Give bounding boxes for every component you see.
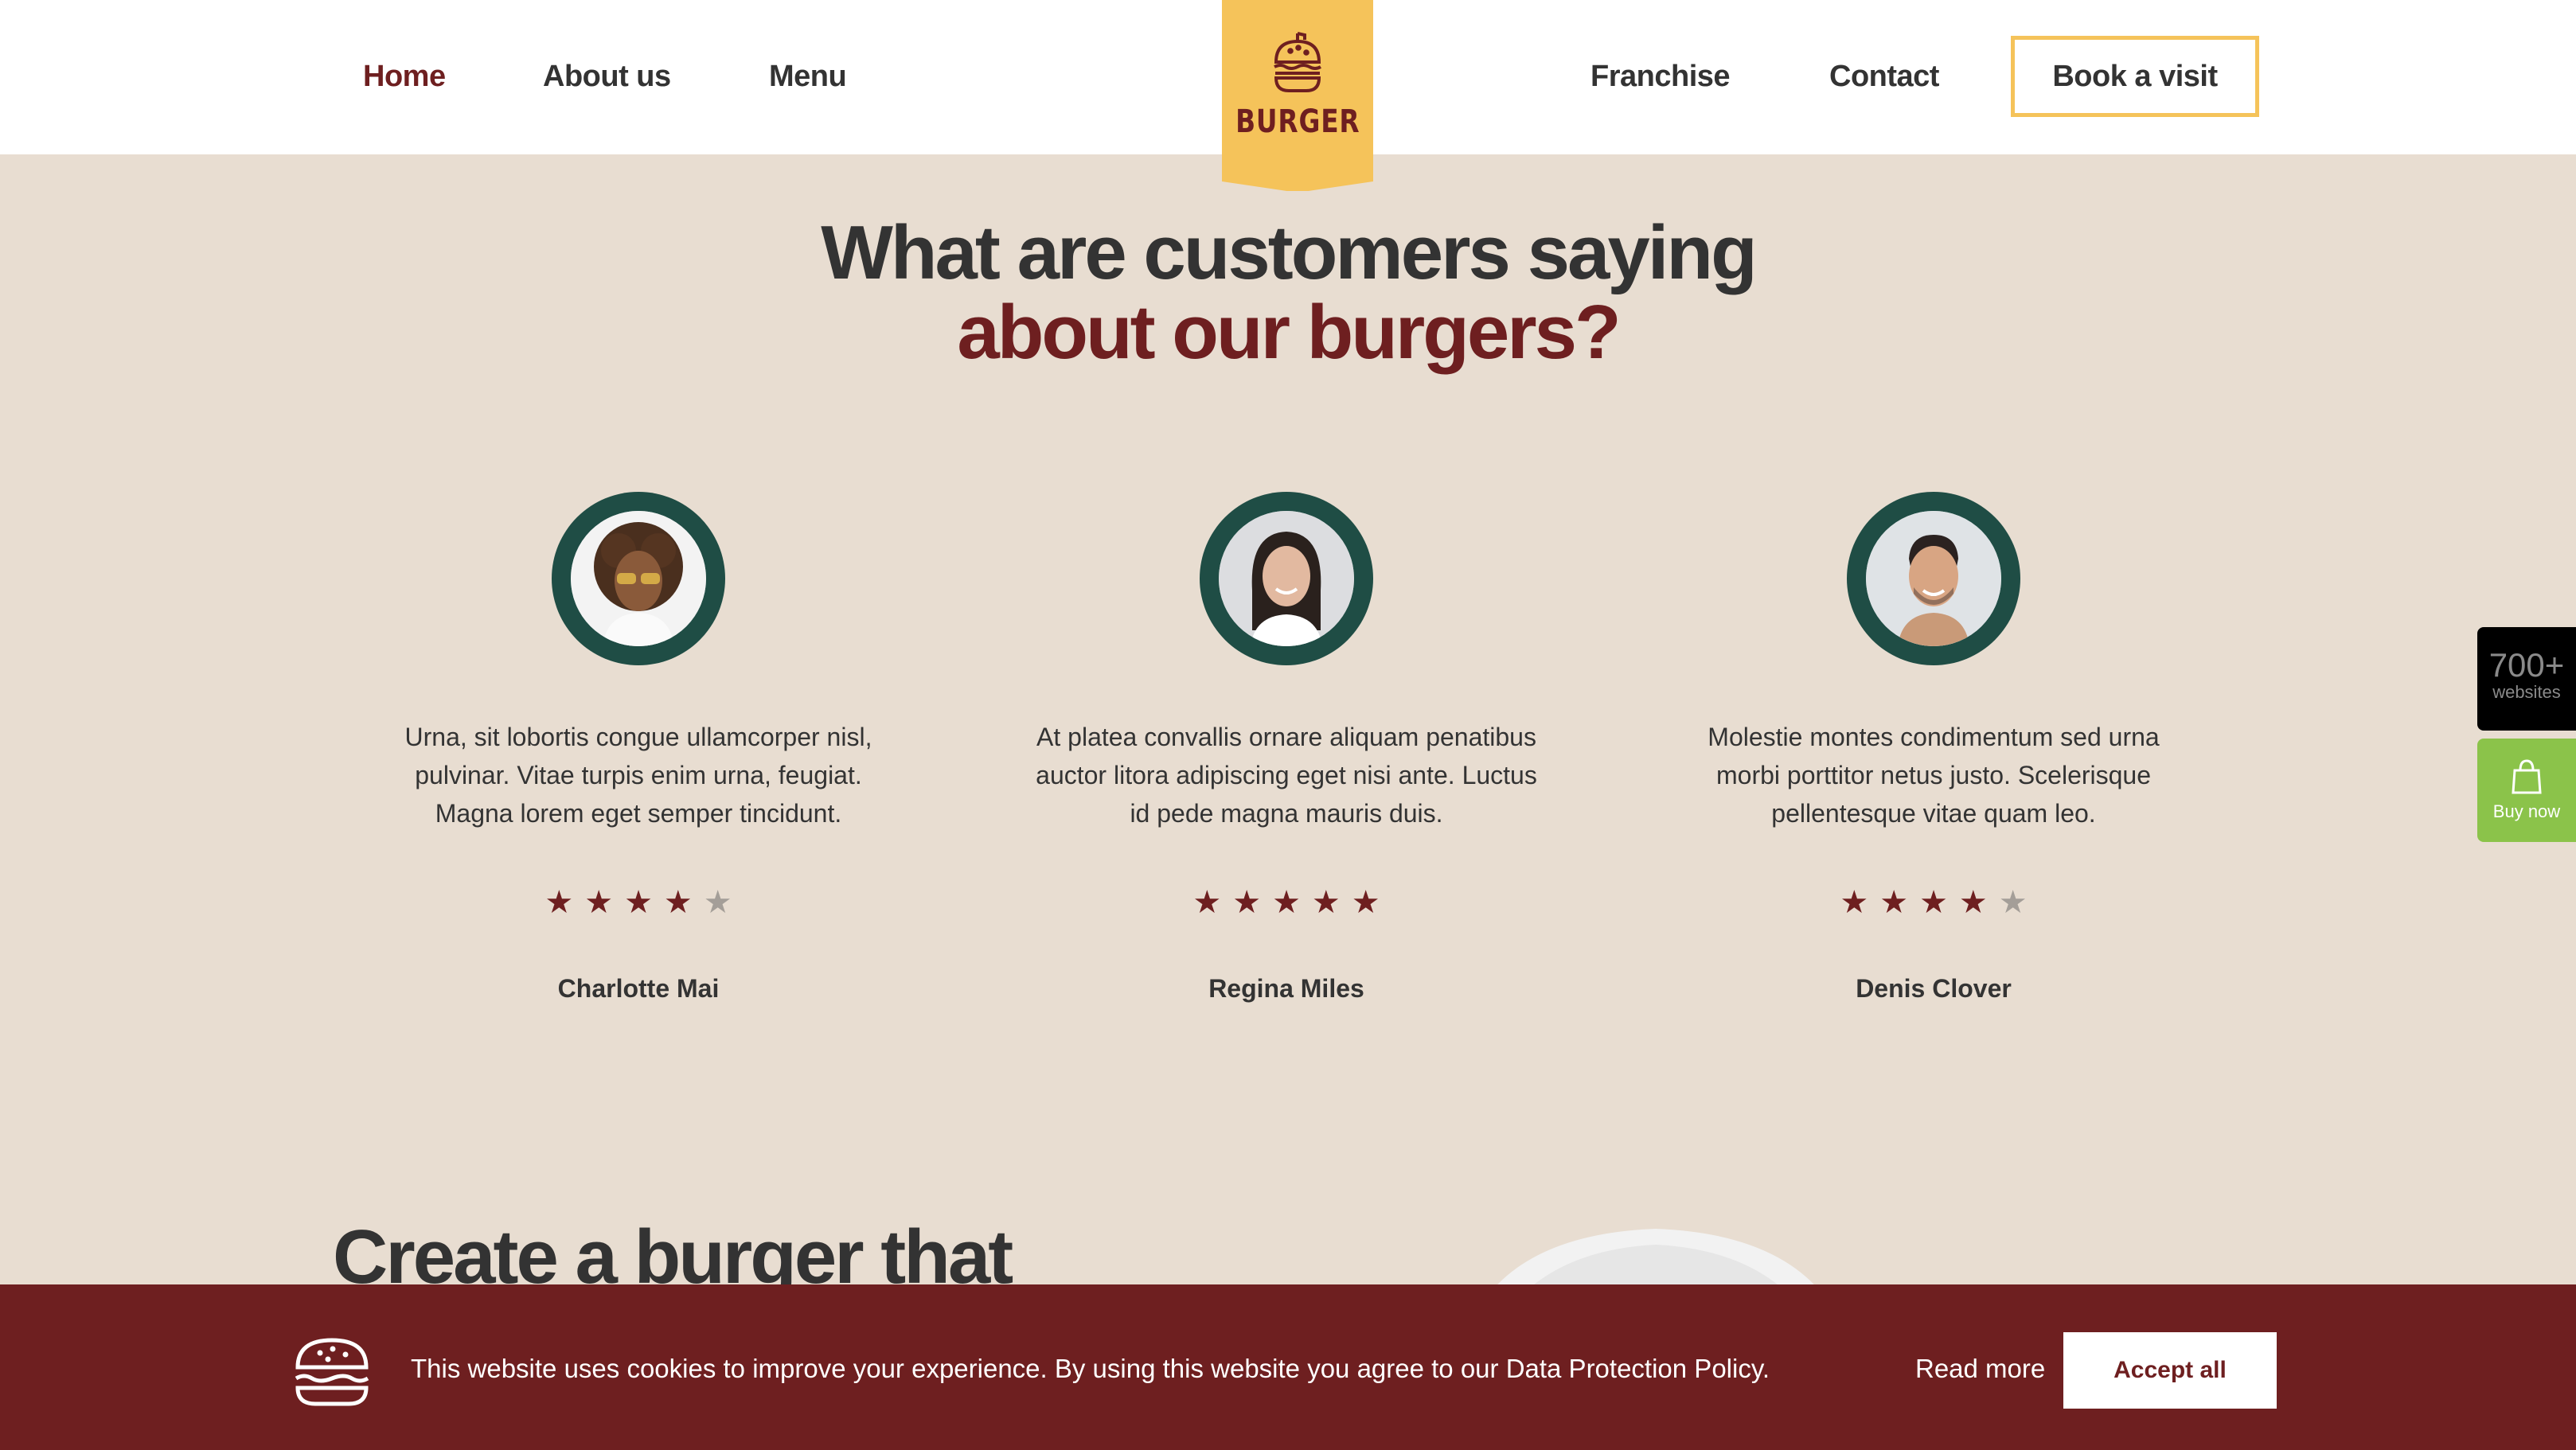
heading-line-1: What are customers saying xyxy=(821,210,1757,295)
star-icon: ★ xyxy=(1351,885,1380,920)
book-a-visit-button[interactable]: Book a visit xyxy=(2011,36,2259,117)
star-icon: ★ xyxy=(584,885,614,920)
avatar xyxy=(1847,492,2020,665)
nav-menu-link[interactable]: Menu xyxy=(769,48,847,105)
cookie-bar: This website uses cookies to improve you… xyxy=(0,1284,2576,1450)
testimonial-card: Urna, sit lobortis congue ullamcorper ni… xyxy=(376,492,901,1004)
customer-photo xyxy=(571,511,706,646)
testimonial-quote: Molestie montes condimentum sed urna mor… xyxy=(1708,723,2160,828)
customer-name: Denis Clover xyxy=(1856,974,2012,1003)
avatar xyxy=(552,492,725,665)
avatar xyxy=(1200,492,1373,665)
customer-photo xyxy=(1219,511,1354,646)
testimonial-quote: At platea convallis ornare aliquam penat… xyxy=(1036,723,1537,828)
testimonial-card: At platea convallis ornare aliquam penat… xyxy=(1024,492,1549,1004)
shopping-bag-icon xyxy=(2512,759,2542,794)
star-icon: ★ xyxy=(1958,885,1988,920)
nav-about-link[interactable]: About us xyxy=(543,48,671,105)
testimonial-card: Molestie montes condimentum sed urna mor… xyxy=(1671,492,2196,1004)
testimonial-quote: Urna, sit lobortis congue ullamcorper ni… xyxy=(404,723,872,828)
customer-name: Regina Miles xyxy=(1208,974,1364,1003)
star-icon: ★ xyxy=(624,885,653,920)
star-rating: ★ ★ ★ ★ ★ xyxy=(1024,887,1549,918)
star-icon: ★ xyxy=(1840,885,1869,920)
nav-contact-link[interactable]: Contact xyxy=(1829,48,1939,105)
star-icon: ★ xyxy=(544,885,574,920)
read-more-link[interactable]: Read more xyxy=(1915,1350,2045,1388)
star-icon: ★ xyxy=(1311,885,1341,920)
nav-franchise-link[interactable]: Franchise xyxy=(1590,48,1731,105)
star-icon: ★ xyxy=(1232,885,1262,920)
nav-home-link[interactable]: Home xyxy=(363,48,446,105)
buy-now-widget[interactable]: Buy now xyxy=(2477,739,2576,842)
heading-line-2: about our burgers? xyxy=(957,290,1621,375)
star-icon: ★ xyxy=(1998,885,2028,920)
cookie-message: This website uses cookies to improve you… xyxy=(411,1354,1770,1383)
logo-text: BURGER xyxy=(1235,103,1360,140)
accept-all-button[interactable]: Accept all xyxy=(2063,1332,2277,1409)
star-icon: ★ xyxy=(1879,885,1909,920)
logo-banner xyxy=(1222,0,1373,191)
star-icon: ★ xyxy=(703,885,732,920)
star-icon: ★ xyxy=(1192,885,1222,920)
section-heading: What are customers saying about our burg… xyxy=(0,213,2576,372)
star-rating: ★ ★ ★ ★ ★ xyxy=(1671,887,2196,918)
websites-count: 700+ xyxy=(2488,646,2565,684)
buy-now-label: Buy now xyxy=(2492,801,2561,821)
websites-label: websites xyxy=(2492,682,2561,702)
logo[interactable]: BURGER xyxy=(1222,0,1373,191)
star-icon: ★ xyxy=(1919,885,1948,920)
star-icon: ★ xyxy=(663,885,693,920)
customer-photo xyxy=(1866,511,2001,646)
customer-name: Charlotte Mai xyxy=(557,974,720,1003)
websites-widget[interactable]: 700+ websites xyxy=(2477,627,2576,731)
burger-icon xyxy=(295,1338,369,1406)
star-rating: ★ ★ ★ ★ ★ xyxy=(376,887,901,918)
star-icon: ★ xyxy=(1272,885,1301,920)
